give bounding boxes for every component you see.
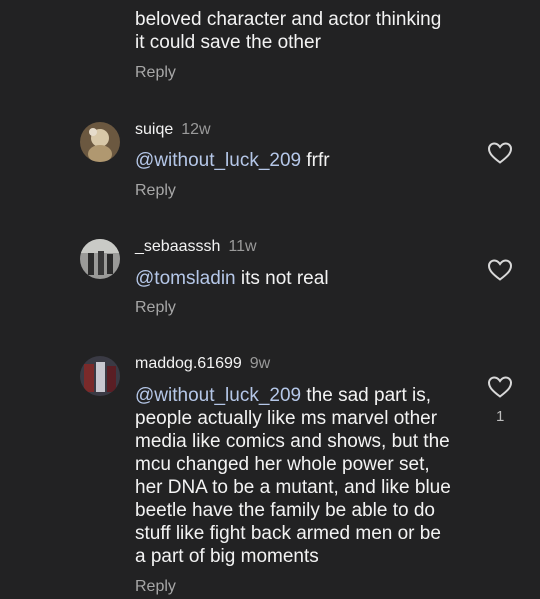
comment-body: frfr: [301, 150, 330, 171]
comment-header: suiqe 12w: [135, 121, 211, 139]
comment-body: its not real: [235, 268, 329, 289]
reply-button[interactable]: Reply: [135, 299, 176, 317]
comment-line: beetle have the family be able to do: [135, 500, 435, 521]
heart-outline-icon: [487, 259, 513, 281]
comment-line: stuff like fight back armed men or be: [135, 523, 441, 544]
comment-text: @tomsladin its not real: [135, 267, 329, 290]
comment-line: @without_luck_209 the sad part is,: [135, 385, 432, 406]
avatar-image: [80, 356, 120, 396]
avatar-image: [80, 122, 120, 162]
comment-line: people actually like ms marvel other: [135, 408, 438, 429]
mention-link[interactable]: @without_luck_209: [135, 150, 301, 171]
like-button[interactable]: [487, 141, 513, 170]
username[interactable]: _sebaasssh: [135, 238, 220, 255]
avatar[interactable]: [80, 239, 120, 279]
comment-line: media like comics and shows, but the: [135, 431, 450, 452]
comment-text: @without_luck_209 frfr: [135, 149, 330, 172]
comment-line: her DNA to be a mutant, and like blue: [135, 477, 451, 498]
mention-link[interactable]: @tomsladin: [135, 268, 236, 289]
avatar[interactable]: [80, 122, 120, 162]
comment-text: @without_luck_209 the sad part is, peopl…: [135, 384, 451, 568]
reply-button[interactable]: Reply: [135, 578, 176, 596]
avatar[interactable]: [80, 356, 120, 396]
comment-line: a part of big moments: [135, 546, 319, 567]
mention-link[interactable]: @without_luck_209: [135, 385, 301, 406]
like-button[interactable]: [487, 375, 513, 404]
comment-header: maddog.61699 9w: [135, 355, 270, 373]
like-count: 1: [496, 408, 505, 425]
avatar-image: [80, 239, 120, 279]
reply-button[interactable]: Reply: [135, 182, 176, 200]
username[interactable]: maddog.61699: [135, 355, 242, 372]
prev-comment-line-1: beloved character and actor thinking: [135, 9, 442, 30]
timestamp: 12w: [181, 121, 211, 138]
timestamp: 11w: [228, 238, 257, 255]
heart-outline-icon: [487, 142, 513, 164]
comment-header: _sebaasssh 11w: [135, 238, 257, 256]
like-button[interactable]: [487, 258, 513, 287]
reply-button[interactable]: Reply: [135, 64, 176, 82]
comment-line: mcu changed her whole power set,: [135, 454, 430, 475]
timestamp: 9w: [249, 355, 271, 372]
prev-comment-line-2: it could save the other: [135, 32, 321, 53]
username[interactable]: suiqe: [135, 121, 173, 138]
heart-outline-icon: [487, 376, 513, 398]
prev-comment-text: beloved character and actor thinking it …: [135, 8, 441, 54]
